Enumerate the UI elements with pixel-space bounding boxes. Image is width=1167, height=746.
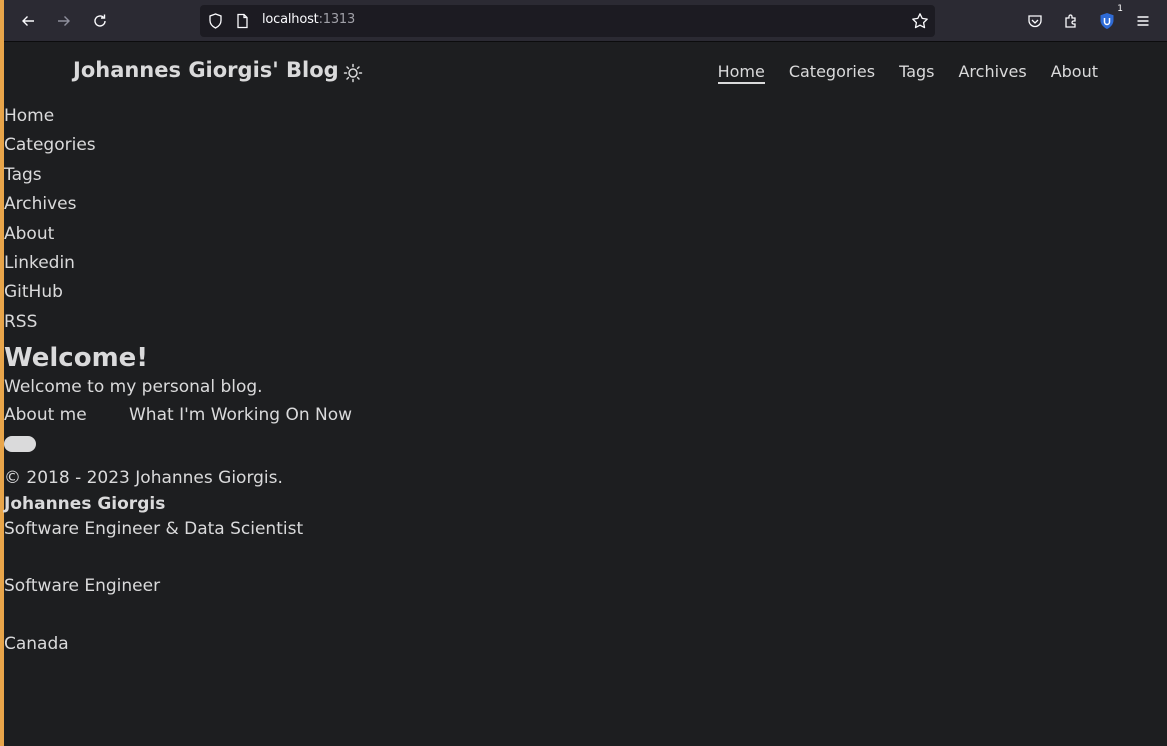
pocket-button[interactable] [1023, 9, 1047, 33]
url-host: localhost [262, 12, 319, 27]
social-links-list: Home Categories Tags Archives About Link… [4, 104, 604, 339]
main-content: Home Categories Tags Archives About Link… [4, 104, 604, 656]
hamburger-menu-icon [1137, 16, 1149, 26]
puzzle-icon [1065, 14, 1076, 28]
link-categories[interactable]: Categories [4, 133, 604, 162]
reload-icon [94, 14, 106, 27]
reload-button[interactable] [88, 9, 112, 33]
scroll-top-pill[interactable] [4, 436, 36, 453]
ublock-shield-icon [1100, 13, 1114, 29]
link-github[interactable]: GitHub [4, 280, 604, 309]
sun-icon [343, 63, 363, 83]
link-home[interactable]: Home [4, 104, 604, 133]
main-menu: Home Categories Tags Archives About [717, 62, 1098, 84]
link-rss[interactable]: RSS [4, 310, 604, 339]
url-bar[interactable]: localhost:1313 [200, 5, 935, 37]
url-text[interactable]: localhost:1313 [262, 12, 355, 27]
welcome-buttons: About me What I'm Working On Now [4, 404, 604, 426]
working-on-now-button[interactable]: What I'm Working On Now [129, 404, 352, 426]
bookmark-star-icon[interactable] [911, 12, 929, 34]
author-job-title: Software Engineer [4, 576, 161, 597]
link-linkedin[interactable]: Linkedin [4, 251, 604, 280]
app-menu-button[interactable] [1131, 9, 1155, 33]
theme-toggle-button[interactable] [343, 63, 363, 87]
menu-item-tags[interactable]: Tags [899, 62, 934, 84]
site-header: Johannes Giorgis' Blog Home Categories T… [4, 42, 1167, 104]
menu-item-about[interactable]: About [1051, 62, 1098, 84]
forward-button[interactable] [52, 9, 76, 33]
author-name: Johannes Giorgis [4, 494, 166, 515]
back-button[interactable] [16, 9, 40, 33]
site-title-link[interactable]: Johannes Giorgis' Blog [73, 58, 339, 82]
extension-badge-count: 1 [1116, 4, 1124, 14]
forward-arrow-icon [58, 16, 70, 26]
welcome-text: Welcome to my personal blog. [4, 377, 263, 398]
link-tags[interactable]: Tags [4, 163, 604, 192]
page-icon[interactable] [236, 13, 249, 33]
browser-toolbar: localhost:1313 1 [4, 0, 1167, 42]
extensions-button[interactable] [1059, 9, 1083, 33]
link-about[interactable]: About [4, 222, 604, 251]
url-port: :1313 [318, 12, 356, 27]
about-me-button[interactable]: About me [4, 404, 87, 426]
tracking-shield-icon[interactable] [208, 13, 223, 33]
link-archives[interactable]: Archives [4, 192, 604, 221]
back-arrow-icon [22, 16, 34, 26]
pocket-icon [1028, 15, 1042, 28]
menu-item-archives[interactable]: Archives [958, 62, 1026, 84]
author-description: Software Engineer & Data Scientist [4, 519, 304, 540]
menu-item-categories[interactable]: Categories [789, 62, 875, 84]
welcome-heading: Welcome! [4, 343, 149, 374]
ublock-extension-button[interactable]: 1 [1095, 4, 1124, 33]
author-location: Canada [4, 634, 69, 655]
copyright-text: © 2018 - 2023 Johannes Giorgis. [4, 468, 283, 489]
menu-item-home[interactable]: Home [717, 62, 765, 84]
